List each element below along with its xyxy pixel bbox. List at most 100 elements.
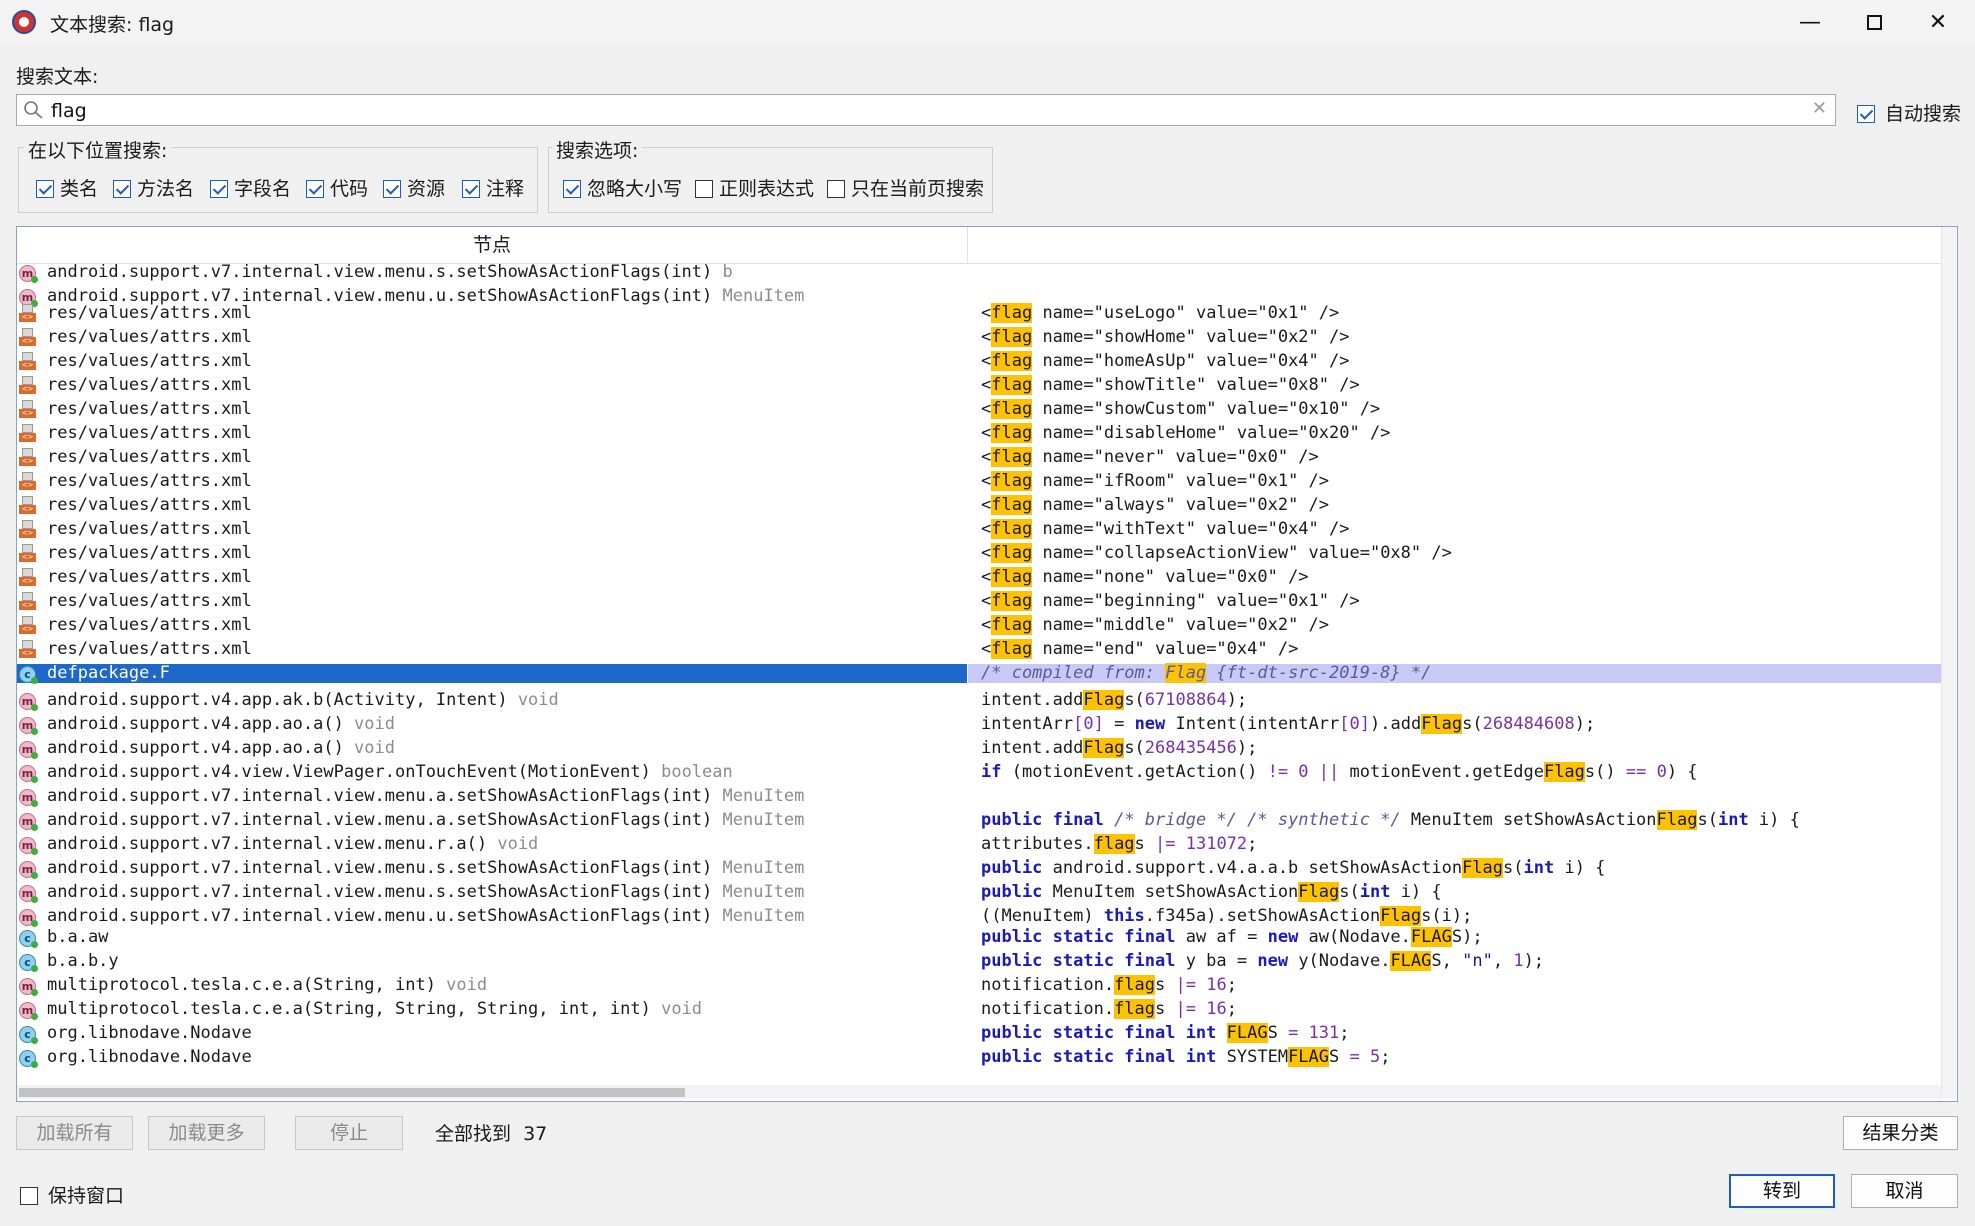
clear-search-icon[interactable]: ✕ <box>1812 98 1827 119</box>
option-field-name[interactable]: 字段名 <box>210 174 291 201</box>
checkbox-icon <box>306 180 324 198</box>
match-highlight: flag <box>991 471 1033 491</box>
code-token: i) { <box>1748 810 1800 830</box>
auto-search-checkbox[interactable]: 自动搜索 <box>1857 99 1961 126</box>
option-code[interactable]: 代码 <box>306 174 368 201</box>
table-row[interactable]: res/values/attrs.xml <flag name="end" val… <box>17 639 1942 659</box>
search-input[interactable] <box>49 97 1793 125</box>
table-row[interactable]: res/values/attrs.xml <flag name="beginnin… <box>17 591 1942 611</box>
option-class-name[interactable]: 类名 <box>36 174 98 201</box>
code-token: 67108864 <box>1144 690 1227 710</box>
method-icon: m <box>19 883 39 903</box>
table-row[interactable]: res/values/attrs.xml <flag name="never" v… <box>17 447 1942 467</box>
option-label: 忽略大小写 <box>587 178 683 200</box>
load-all-button[interactable]: 加载所有 <box>16 1116 133 1150</box>
class-icon: c <box>19 952 39 972</box>
table-row[interactable]: m android.support.v7.internal.view.menu.u… <box>17 906 1942 927</box>
table-row[interactable]: m android.support.v4.app.ak.b(Activity, I… <box>17 690 1942 711</box>
found-count: 全部找到 37 <box>435 1123 548 1145</box>
table-row[interactable]: res/values/attrs.xml <flag name="showHome… <box>17 327 1942 347</box>
match-highlight: FLAG <box>1226 1023 1268 1043</box>
match-highlight: flag <box>991 447 1033 467</box>
table-row[interactable]: res/values/attrs.xml <flag name="showTitl… <box>17 375 1942 395</box>
table-row[interactable]: m android.support.v7.internal.view.menu.s… <box>17 263 1942 283</box>
code-token: |= 16 <box>1175 999 1227 1019</box>
table-row[interactable]: res/values/attrs.xml <flag name="useLogo"… <box>17 303 1942 323</box>
table-row[interactable]: m multiprotocol.tesla.c.e.a(String, Strin… <box>17 999 1942 1020</box>
code-snippet: intentArr[0] = new Intent(intentArr[0]).… <box>981 714 1595 734</box>
table-row[interactable]: res/values/attrs.xml <flag name="withText… <box>17 519 1942 539</box>
code-token: == 0 <box>1625 762 1667 782</box>
xml-resource-icon <box>19 568 39 587</box>
code-token: motionEvent.getEdge <box>1339 762 1544 782</box>
vertical-scrollbar[interactable] <box>1941 227 1957 1099</box>
code-token: < <box>981 375 992 395</box>
option-ignore-case[interactable]: 忽略大小写 <box>563 174 682 201</box>
xml-resource-icon <box>19 376 39 395</box>
node-text: multiprotocol.tesla.c.e.a(String, int) <box>47 975 436 995</box>
node-text: res/values/attrs.xml <box>47 591 252 611</box>
cancel-button[interactable]: 取消 <box>1851 1174 1958 1208</box>
option-current-page-only[interactable]: 只在当前页搜索 <box>827 174 984 201</box>
table-row[interactable]: res/values/attrs.xml <flag name="none" va… <box>17 567 1942 587</box>
code-token: MenuItem setShowAsAction <box>1042 882 1299 902</box>
table-row[interactable]: c defpackage.F /* compiled from: Flag {ft-… <box>17 663 1942 684</box>
code-token: S <box>1267 1023 1289 1043</box>
horizontal-scrollbar[interactable] <box>17 1085 1942 1099</box>
maximize-button[interactable] <box>1843 0 1905 44</box>
table-row[interactable]: m android.support.v7.internal.view.menu.a… <box>17 787 1942 807</box>
table-row[interactable]: res/values/attrs.xml <flag name="showCust… <box>17 399 1942 419</box>
method-icon: m <box>19 976 39 996</box>
option-comment[interactable]: 注释 <box>462 174 524 201</box>
table-row[interactable]: c org.libnodave.Nodave public static final… <box>17 1023 1942 1044</box>
minimize-button[interactable]: — <box>1779 0 1841 44</box>
node-text: b.a.aw <box>47 927 109 947</box>
node-cell: android.support.v4.app.ak.b(Activity, In… <box>47 691 559 710</box>
window-title: 文本搜索: flag <box>50 14 175 36</box>
table-row[interactable]: m android.support.v4.view.ViewPager.onTou… <box>17 762 1942 783</box>
table-row[interactable]: m android.support.v4.app.ao.a() void inten… <box>17 738 1942 759</box>
return-type: void <box>343 714 395 734</box>
table-row[interactable]: m android.support.v4.app.ao.a() void inten… <box>17 714 1942 735</box>
categorize-results-button[interactable]: 结果分类 <box>1843 1116 1958 1150</box>
results-table[interactable]: 节点 m android.support.v7.internal.view.men… <box>16 226 1958 1102</box>
scrollbar-thumb[interactable] <box>19 1088 685 1097</box>
table-row[interactable]: m android.support.v7.internal.view.menu.s… <box>17 882 1942 903</box>
goto-button[interactable]: 转到 <box>1729 1174 1835 1208</box>
table-row[interactable]: c b.a.b.y public static final y ba = new y… <box>17 951 1942 972</box>
keep-window-checkbox[interactable]: 保持窗口 <box>20 1181 124 1208</box>
table-row[interactable]: c b.a.aw public static final aw af = new a… <box>17 927 1942 948</box>
column-header-node[interactable]: 节点 <box>17 227 968 264</box>
table-row[interactable]: m multiprotocol.tesla.c.e.a(String, int) … <box>17 975 1942 996</box>
table-row[interactable]: res/values/attrs.xml <flag name="homeAsUp… <box>17 351 1942 371</box>
checkbox-icon <box>563 180 581 198</box>
stop-button[interactable]: 停止 <box>295 1116 403 1150</box>
option-resource[interactable]: 资源 <box>383 174 445 201</box>
match-highlight: Flag <box>1083 738 1125 758</box>
node-cell: android.support.v7.internal.view.menu.s.… <box>47 883 804 902</box>
table-row[interactable]: m android.support.v7.internal.view.menu.a… <box>17 810 1942 831</box>
class-icon: c <box>19 1024 39 1044</box>
load-more-button[interactable]: 加载更多 <box>148 1116 265 1150</box>
close-button[interactable]: ✕ <box>1907 0 1969 44</box>
table-row[interactable]: res/values/attrs.xml <flag name="middle" … <box>17 615 1942 635</box>
node-text: android.support.v7.internal.view.menu.u.… <box>47 906 713 926</box>
option-regex[interactable]: 正则表达式 <box>695 174 814 201</box>
code-snippet: public static final aw af = new aw(Nodav… <box>981 927 1483 947</box>
table-row[interactable]: m android.support.v7.internal.view.menu.s… <box>17 858 1942 879</box>
column-header-code[interactable] <box>968 227 1957 264</box>
table-row[interactable]: res/values/attrs.xml <flag name="always" … <box>17 495 1942 515</box>
option-method-name[interactable]: 方法名 <box>113 174 194 201</box>
code-token: name="ifRoom" value="0x1" /> <box>1032 471 1330 491</box>
code-token: name="showTitle" value="0x8" /> <box>1032 375 1360 395</box>
code-token: < <box>981 591 992 611</box>
table-row[interactable]: res/values/attrs.xml <flag name="disableH… <box>17 423 1942 443</box>
table-row[interactable]: c org.libnodave.Nodave public static final… <box>17 1047 1942 1068</box>
table-row[interactable]: res/values/attrs.xml <flag name="collapse… <box>17 543 1942 563</box>
code-token: < <box>981 471 992 491</box>
code-token: public static final <box>981 951 1176 971</box>
table-row[interactable]: m android.support.v7.internal.view.menu.r… <box>17 834 1942 855</box>
table-row[interactable]: res/values/attrs.xml <flag name="ifRoom" … <box>17 471 1942 491</box>
node-text: res/values/attrs.xml <box>47 567 252 587</box>
